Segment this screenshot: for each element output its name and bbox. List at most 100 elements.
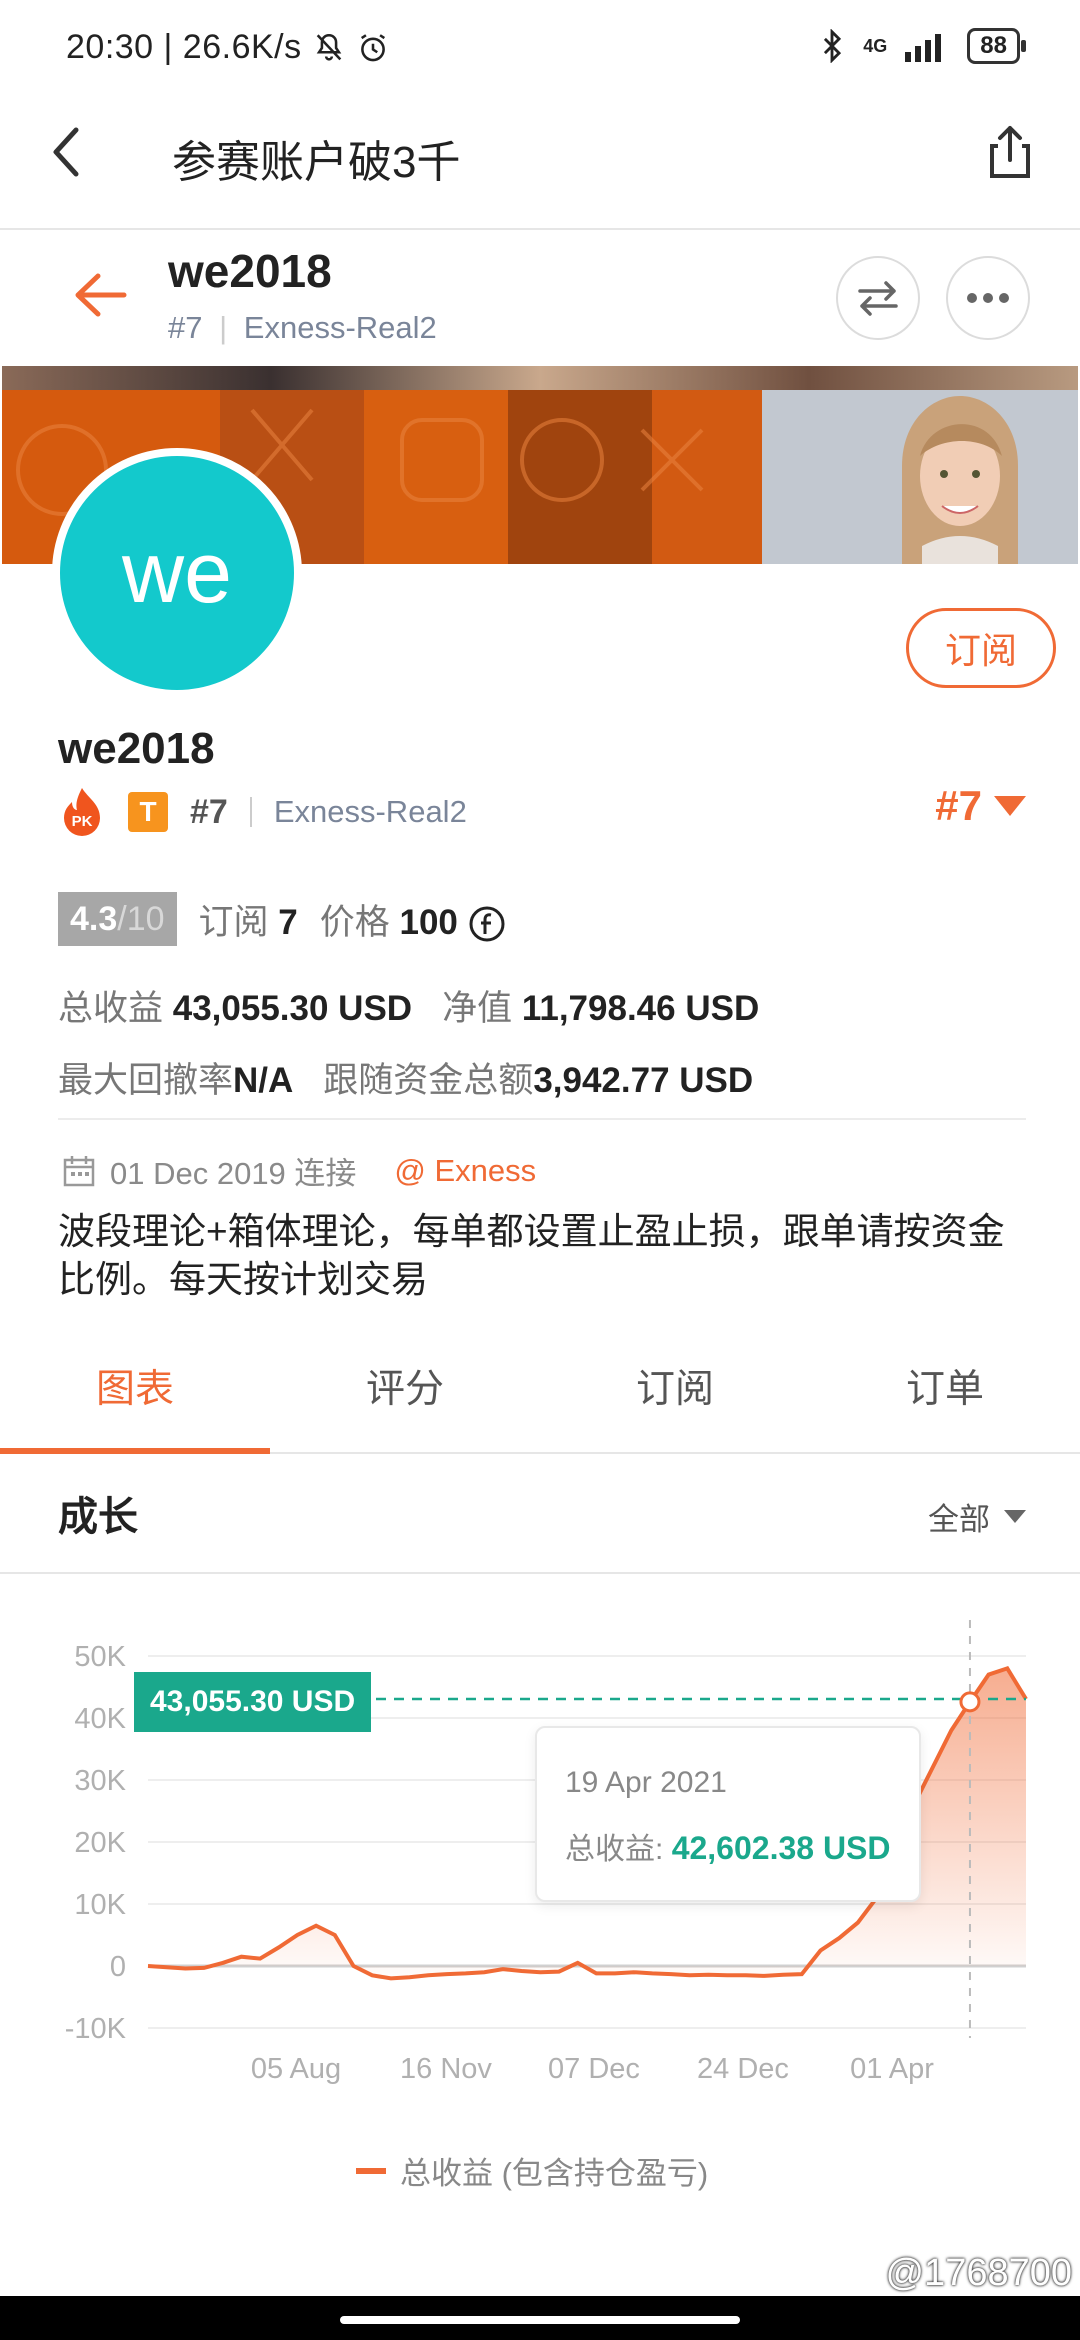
tab-bar: 图表 评分 订阅 订单 bbox=[0, 1348, 1080, 1454]
y-tick-label: 10K bbox=[74, 1889, 126, 1921]
follow-funds-label: 跟随资金总额 bbox=[323, 1061, 534, 1100]
stats-row-2: 最大回撤率N/A 跟随资金总额3,942.77 USD bbox=[58, 1052, 753, 1103]
dropdown-triangle-icon bbox=[994, 796, 1026, 816]
legend-label: 总收益 (包含持仓盈亏) bbox=[400, 2156, 709, 2191]
tier-badge[interactable]: T bbox=[128, 792, 168, 832]
top-nav bbox=[0, 100, 1080, 230]
growth-title: 成长 bbox=[58, 1495, 138, 1539]
page-title: 参赛账户破3千 bbox=[172, 138, 461, 187]
battery-indicator: 88 bbox=[967, 28, 1026, 64]
total-profit-label: 总收益 bbox=[58, 989, 164, 1028]
header-rank-account: #7 | Exness-Real2 bbox=[168, 310, 437, 346]
subscribers-value: 7 bbox=[278, 902, 298, 942]
score-row: 4.3/10 订阅 7 价格 100 bbox=[58, 892, 506, 946]
tooltip-date: 19 Apr 2021 bbox=[565, 1766, 727, 1799]
back-chevron-icon[interactable] bbox=[38, 120, 102, 184]
stats-row-1: 总收益 43,055.30 USD 净值 11,798.46 USD bbox=[58, 980, 759, 1031]
x-tick-label: 05 Aug bbox=[251, 2053, 341, 2085]
status-right: 4G 88 bbox=[819, 28, 1026, 64]
x-tick-label: 16 Nov bbox=[400, 2053, 492, 2085]
price: 价格 100 bbox=[320, 894, 506, 945]
subscribers: 订阅 7 bbox=[199, 894, 298, 945]
watermark: @1768700 bbox=[885, 2252, 1072, 2294]
tab-rating[interactable]: 评分 bbox=[270, 1348, 540, 1452]
range-filter[interactable]: 全部 bbox=[928, 1494, 1026, 1539]
connection-row: 01 Dec 2019 连接 @ Exness bbox=[62, 1148, 536, 1193]
drawdown-value: N/A bbox=[233, 1061, 294, 1100]
status-time-speed: 20:30 | 26.6K/s bbox=[66, 28, 302, 66]
swap-button[interactable] bbox=[836, 256, 920, 340]
rank-dropdown-label: #7 bbox=[935, 782, 982, 829]
x-tick-label: 24 Dec bbox=[697, 2053, 789, 2085]
header-account: Exness-Real2 bbox=[243, 310, 437, 345]
badge-row: PK T #7 Exness-Real2 bbox=[58, 786, 467, 838]
person-photo bbox=[902, 396, 1018, 564]
score-badge: 4.3/10 bbox=[58, 892, 177, 946]
total-profit: 总收益 43,055.30 USD bbox=[58, 980, 412, 1031]
price-label: 价格 bbox=[319, 902, 390, 942]
price-value: 100 bbox=[399, 902, 458, 942]
chart-tooltip: 19 Apr 2021 总收益: 42,602.38 USD bbox=[535, 1726, 921, 1902]
account-label: Exness-Real2 bbox=[273, 794, 467, 829]
drawdown-label: 最大回撤率 bbox=[58, 1061, 234, 1100]
legend-swatch bbox=[356, 2167, 386, 2174]
tooltip-value: 42,602.38 USD bbox=[671, 1830, 891, 1866]
subscribe-button[interactable]: 订阅 bbox=[906, 608, 1056, 688]
x-tick-label: 07 Dec bbox=[548, 2053, 640, 2085]
swap-arrows-icon bbox=[858, 281, 898, 316]
growth-header bbox=[0, 1452, 1080, 1574]
signal-icon bbox=[905, 34, 942, 62]
y-tick-label: 40K bbox=[74, 1703, 126, 1735]
current-value-tag: 43,055.30 USD bbox=[134, 1672, 372, 1732]
connection-date: 01 Dec 2019 连接 bbox=[110, 1156, 357, 1191]
network-label: 4G bbox=[863, 35, 888, 56]
y-tick-label: 20K bbox=[74, 1827, 126, 1859]
subscribers-label: 订阅 bbox=[198, 902, 269, 942]
range-filter-label: 全部 bbox=[928, 1502, 990, 1537]
more-dots-icon bbox=[967, 293, 1009, 303]
calendar-icon bbox=[63, 1155, 95, 1186]
tab-orders[interactable]: 订单 bbox=[810, 1348, 1080, 1452]
bell-off-icon bbox=[316, 33, 341, 61]
equity: 净值 11,798.46 USD bbox=[442, 980, 759, 1031]
broker-link[interactable]: @ Exness bbox=[394, 1153, 536, 1189]
alarm-icon bbox=[360, 33, 385, 61]
x-tick-label: 01 Apr bbox=[850, 2053, 934, 2085]
pk-flame-icon[interactable]: PK bbox=[58, 786, 106, 838]
follow-funds-value: 3,942.77 USD bbox=[533, 1061, 754, 1100]
separator: | bbox=[219, 310, 228, 345]
avatar[interactable]: we bbox=[52, 448, 302, 698]
y-tick-label: -10K bbox=[65, 2013, 127, 2045]
coin-icon bbox=[469, 906, 505, 942]
home-indicator[interactable] bbox=[340, 2316, 740, 2324]
status-left: 20:30 | 26.6K/s bbox=[66, 28, 390, 67]
rank-label: #7 bbox=[190, 792, 228, 831]
max-drawdown: 最大回撤率N/A bbox=[58, 1052, 293, 1103]
score-value: 4.3 bbox=[70, 900, 118, 938]
equity-label: 净值 bbox=[442, 989, 513, 1028]
tooltip-label: 总收益: bbox=[565, 1833, 664, 1866]
rank-dropdown[interactable]: #7 bbox=[935, 782, 1026, 830]
y-tick-label: 50K bbox=[74, 1641, 126, 1673]
score-max: /10 bbox=[117, 900, 165, 938]
cursor-point bbox=[959, 1691, 981, 1713]
y-tick-label: 30K bbox=[74, 1765, 126, 1797]
tooltip-value-row: 总收益: 42,602.38 USD bbox=[565, 1824, 891, 1868]
username: we2018 bbox=[58, 724, 215, 773]
more-button[interactable] bbox=[946, 256, 1030, 340]
share-icon[interactable] bbox=[980, 122, 1040, 182]
header-rank: #7 bbox=[168, 310, 203, 345]
chart-legend[interactable]: 总收益 (包含持仓盈亏) bbox=[356, 2148, 708, 2193]
strategy-description: 波段理论+箱体理论，每单都设置止盈止损，跟单请按资金比例。每天按计划交易 bbox=[58, 1211, 1005, 1300]
header-username: we2018 bbox=[168, 245, 332, 297]
tab-chart[interactable]: 图表 bbox=[0, 1348, 270, 1454]
arrow-left-icon[interactable] bbox=[70, 270, 130, 320]
dropdown-triangle-icon bbox=[1004, 1510, 1026, 1523]
divider bbox=[58, 1118, 1026, 1120]
equity-value: 11,798.46 USD bbox=[521, 989, 760, 1028]
svg-text:PK: PK bbox=[72, 813, 93, 830]
follow-funds: 跟随资金总额3,942.77 USD bbox=[323, 1052, 753, 1103]
bluetooth-icon bbox=[824, 29, 842, 63]
tab-subscription[interactable]: 订阅 bbox=[540, 1348, 810, 1452]
total-profit-value: 43,055.30 USD bbox=[172, 989, 413, 1028]
